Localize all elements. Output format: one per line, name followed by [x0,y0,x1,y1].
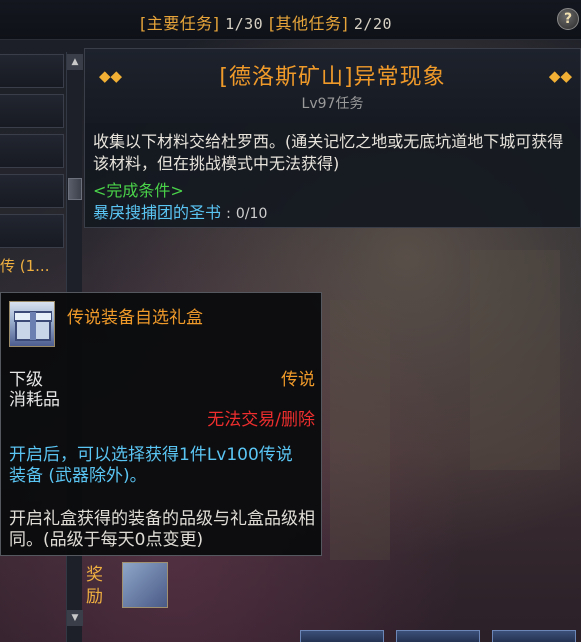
background-pillar [330,300,390,560]
tooltip-trade-status: 无法交易/删除 [207,410,315,430]
requirement-item-name: 暴戾搜捕团的圣书 [93,203,222,222]
quest-list-item[interactable] [0,54,64,88]
item-tooltip: 传说装备自选礼盒 下级 消耗品 传说 无法交易/删除 开启后，可以选择获得1件L… [0,292,322,556]
background-pillar [470,250,560,470]
reward-label: 奖励 [86,565,103,607]
tooltip-item-type: 消耗品 [9,390,60,410]
reward-gift-box-icon[interactable] [122,562,168,608]
bottom-action-button[interactable] [300,630,384,642]
quest-title: [德洛斯矿山]异常现象 [219,65,446,90]
other-quest-label[interactable]: [其他任务] [269,14,349,33]
quest-header-bar: [主要任务] 1/30 [其他任务] 2/20 ? [0,0,581,40]
quest-detail-panel: ◆◆ [德洛斯矿山]异常现象 Lv97任务 ◆◆ 收集以下材料交给杜罗西。(通关… [84,48,581,228]
quest-list-item[interactable] [0,134,64,168]
quest-list-item[interactable] [0,94,64,128]
other-quest-count: 2/20 [353,15,393,33]
tooltip-rarity: 传说 [281,370,315,390]
quest-requirement: 暴戾搜捕团的圣书 : 0/10 [93,199,267,223]
requirement-progress: 0/10 [235,206,268,222]
scroll-up-icon[interactable]: ▲ [67,54,83,70]
scroll-down-icon[interactable]: ▼ [67,610,83,626]
gift-box-icon [9,301,55,347]
requirement-progress-colon: : [226,206,231,222]
scroll-thumb[interactable] [68,178,82,200]
completion-condition-header: <完成条件> [93,181,184,200]
help-icon[interactable]: ? [557,8,579,30]
quest-list-item[interactable] [0,174,64,208]
quest-level: Lv97任务 [301,96,364,112]
main-quest-label[interactable]: [主要任务] [140,14,220,33]
tooltip-note: 开启礼盒获得的装备的品级与礼盒品级相同。(品级于每天0点变更) [9,509,315,550]
bottom-action-button[interactable] [396,630,480,642]
quest-description: 收集以下材料交给杜罗西。(通关记忆之地或无底坑道地下城可获得该材料，但在挑战模式… [93,132,564,173]
bottom-action-button[interactable] [492,630,576,642]
main-quest-count: 1/30 [225,15,264,33]
quest-list-item-label[interactable]: 传 (1... [0,255,49,276]
quest-counts: [主要任务] 1/30 [其他任务] 2/20 [140,10,392,34]
quest-title-area: ◆◆ [德洛斯矿山]异常现象 Lv97任务 ◆◆ [85,49,580,123]
tooltip-description: 开启后，可以选择获得1件Lv100传说装备 (武器除外)。 [9,445,293,486]
diamond-marker-icon: ◆◆ [548,67,572,85]
quest-list-item[interactable] [0,214,64,248]
tooltip-item-name: 传说装备自选礼盒 [67,308,203,328]
